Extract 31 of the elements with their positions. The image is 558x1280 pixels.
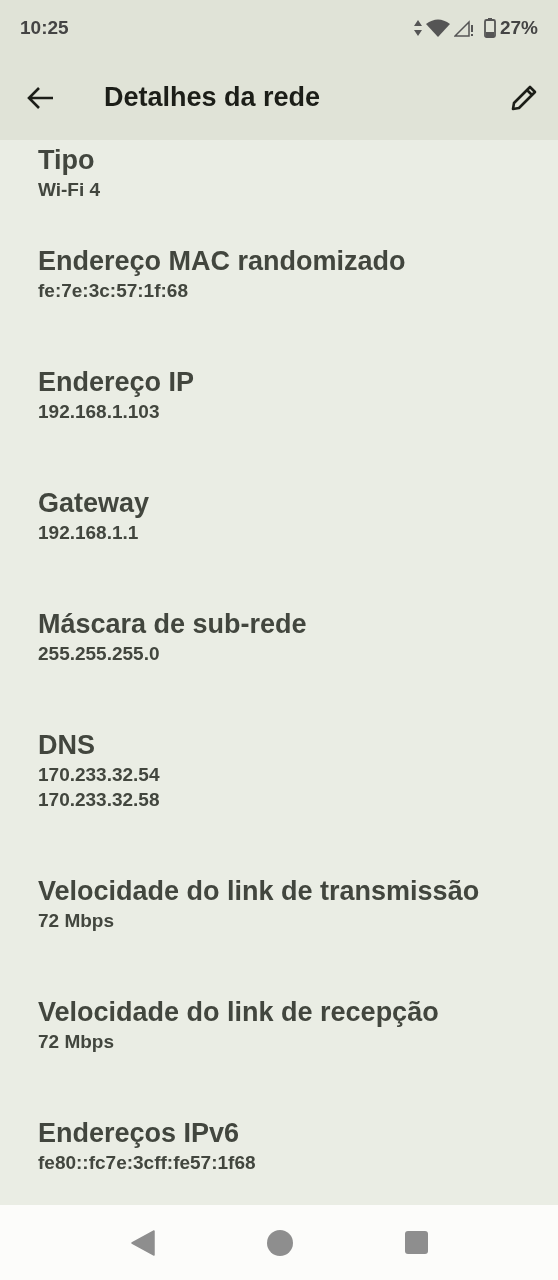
detail-label: Gateway bbox=[38, 487, 151, 520]
status-time: 10:25 bbox=[20, 16, 69, 39]
detail-value: 72 Mbps bbox=[38, 909, 116, 933]
screen-title: Detalhes da rede bbox=[104, 82, 322, 113]
battery-icon bbox=[483, 17, 496, 38]
detail-label: DNS bbox=[38, 729, 96, 762]
no-signal-icon bbox=[453, 18, 474, 37]
detail-value: 170.233.32.54 bbox=[38, 763, 161, 787]
detail-label: Endereços IPv6 bbox=[38, 1117, 241, 1150]
detail-value: Wi-Fi 4 bbox=[38, 178, 102, 202]
home-circle-icon[interactable] bbox=[266, 1229, 293, 1256]
back-triangle-icon[interactable] bbox=[130, 1229, 155, 1256]
detail-value: fe:7e:3c:57:1f:68 bbox=[38, 279, 189, 303]
detail-label: Velocidade do link de recepção bbox=[38, 996, 440, 1029]
detail-label: Tipo bbox=[38, 144, 96, 177]
data-activity-icon bbox=[413, 19, 422, 36]
detail-label: Velocidade do link de transmissão bbox=[38, 875, 481, 908]
detail-value: 72 Mbps bbox=[38, 1030, 116, 1054]
back-arrow-icon[interactable] bbox=[26, 85, 54, 110]
detail-label: Máscara de sub-rede bbox=[38, 608, 308, 641]
detail-value: fe80::fc7e:3cff:fe57:1f68 bbox=[38, 1151, 257, 1175]
detail-label: Endereço IP bbox=[38, 366, 196, 399]
recents-square-icon[interactable] bbox=[404, 1231, 428, 1254]
detail-label: Endereço MAC randomizado bbox=[38, 245, 407, 278]
detail-value: 192.168.1.103 bbox=[38, 400, 161, 424]
pencil-icon[interactable] bbox=[510, 83, 538, 112]
battery-percentage: 27% bbox=[499, 16, 538, 39]
detail-value: 170.233.32.58 bbox=[38, 788, 161, 812]
wifi-icon bbox=[425, 18, 450, 37]
detail-value: 255.255.255.0 bbox=[38, 642, 161, 666]
detail-value: 192.168.1.1 bbox=[38, 521, 140, 545]
